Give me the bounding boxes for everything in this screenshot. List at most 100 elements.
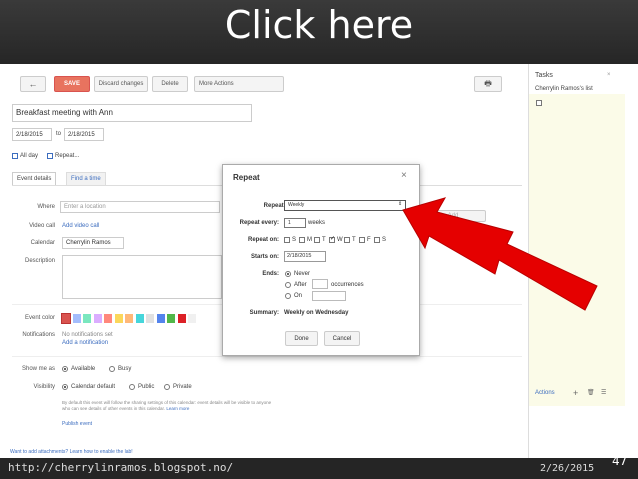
color-swatch[interactable]: [83, 314, 91, 323]
show-me-as-label: Show me as: [21, 366, 55, 372]
calendar-default-label: Calendar default: [71, 384, 116, 390]
tasks-actions-menu[interactable]: Actions: [535, 390, 555, 396]
day-checkbox[interactable]: [284, 237, 290, 243]
no-notifications-text: No notifications set: [62, 332, 113, 338]
event-title-input[interactable]: Breakfast meeting with Ann: [12, 104, 252, 122]
repeats-select-value: Weekly: [288, 202, 305, 208]
day-label: S: [382, 237, 387, 243]
occurrences-input[interactable]: [312, 279, 328, 289]
tab-event-details[interactable]: Event details: [12, 172, 57, 185]
day-checkbox[interactable]: ✓: [329, 236, 336, 243]
day-label: W: [337, 237, 343, 243]
color-swatch[interactable]: [156, 314, 165, 323]
calendar-label: Calendar: [30, 240, 55, 246]
all-day-checkbox[interactable]: [12, 153, 18, 159]
ends-on-date-input[interactable]: [312, 291, 346, 301]
public-radio[interactable]: [129, 384, 135, 390]
tasks-title: Tasks: [535, 72, 553, 79]
repeats-select[interactable]: Weekly ⇕: [284, 200, 406, 211]
red-arrow-shape: [402, 197, 598, 311]
add-notification-link[interactable]: Add a notification: [62, 340, 108, 346]
attachments-link[interactable]: Want to add attachments? Learn how to en…: [10, 449, 133, 455]
private-label: Private: [173, 384, 192, 390]
private-radio[interactable]: [164, 384, 170, 390]
color-swatch[interactable]: [177, 314, 186, 323]
publish-event-link[interactable]: Publish event: [62, 421, 92, 427]
footer-url: http://cherrylinramos.blogspot.no/: [8, 461, 234, 474]
color-swatch[interactable]: [104, 314, 112, 323]
more-actions-dropdown[interactable]: More Actions: [194, 76, 284, 92]
repeat-dialog-title: Repeat: [233, 173, 260, 182]
day-checkbox[interactable]: [344, 237, 350, 243]
repeat-every-label: Repeat every:: [239, 220, 279, 226]
back-button[interactable]: ←: [20, 76, 46, 92]
start-date-input[interactable]: 2/18/2015: [12, 128, 52, 141]
print-button[interactable]: 🖶: [474, 76, 502, 92]
repeat-checkbox[interactable]: [47, 153, 53, 159]
color-swatch[interactable]: [188, 314, 196, 323]
where-input[interactable]: Enter a location: [60, 201, 220, 213]
day-label: T: [352, 237, 356, 243]
ends-on-radio[interactable]: [285, 293, 291, 299]
repeat-label: Repeat...: [55, 153, 80, 159]
day-checkbox[interactable]: [299, 237, 305, 243]
day-label: F: [367, 237, 371, 243]
color-swatch[interactable]: [135, 314, 144, 323]
color-swatch[interactable]: [146, 314, 154, 323]
close-icon[interactable]: ×: [401, 170, 407, 181]
occurrences-label: occurrences: [331, 282, 364, 288]
color-swatch[interactable]: [114, 314, 123, 323]
learn-more-link[interactable]: Learn more: [166, 406, 189, 411]
ends-label: Ends:: [262, 271, 279, 277]
more-actions-label: More Actions: [199, 81, 234, 87]
video-call-label: Video call: [29, 223, 55, 229]
privacy-note: By default this event will follow the sh…: [62, 400, 362, 412]
available-label: Available: [71, 366, 96, 372]
tasks-close-icon[interactable]: ×: [607, 72, 611, 78]
discard-changes-button[interactable]: Discard changes: [94, 76, 148, 92]
slide-footer: http://cherrylinramos.blogspot.no/ 2/26/…: [0, 454, 638, 479]
task-checkbox[interactable]: [536, 100, 542, 106]
ends-after-radio[interactable]: [285, 282, 291, 288]
color-swatch[interactable]: [93, 314, 102, 323]
day-label: S: [292, 237, 297, 243]
ends-never-radio[interactable]: [285, 271, 291, 277]
done-button[interactable]: Done: [285, 331, 318, 346]
color-swatch[interactable]: [72, 314, 81, 323]
calendar-default-radio[interactable]: [62, 384, 68, 390]
red-arrow-annotation: [402, 197, 598, 311]
save-button[interactable]: SAVE: [54, 76, 90, 92]
color-swatch[interactable]: [167, 314, 175, 323]
repeat-every-select[interactable]: 1: [284, 218, 306, 228]
checkmark-icon: ✓: [330, 236, 336, 242]
notifications-label: Notifications: [22, 332, 55, 338]
color-swatch[interactable]: [61, 313, 71, 324]
day-checkbox[interactable]: [374, 237, 380, 243]
add-video-call-link[interactable]: Add video call: [62, 223, 99, 229]
day-label: M: [307, 237, 312, 243]
day-checkbox[interactable]: [314, 237, 320, 243]
public-label: Public: [138, 384, 155, 390]
add-task-icon[interactable]: +: [573, 388, 578, 398]
slide-title: Click here: [0, 0, 638, 64]
color-swatch[interactable]: [125, 314, 133, 323]
summary-value: Weekly on Wednesday: [284, 310, 349, 316]
ends-never-label: Never: [294, 271, 311, 277]
calendar-select[interactable]: Cherrylin Ramos: [62, 237, 124, 249]
description-textarea[interactable]: [62, 255, 222, 299]
starts-on-input[interactable]: 2/18/2015: [284, 251, 326, 262]
delete-button[interactable]: Delete: [152, 76, 188, 92]
tab-find-a-time[interactable]: Find a time: [66, 172, 106, 186]
cancel-button[interactable]: Cancel: [324, 331, 360, 346]
privacy-note-line-2: who can see details of other events in t…: [62, 406, 362, 412]
trash-icon[interactable]: 🗑: [587, 389, 595, 396]
description-label: Description: [24, 258, 55, 264]
end-date-input[interactable]: 2/18/2015: [64, 128, 104, 141]
page-number: 47: [612, 454, 628, 468]
section-divider-2: [12, 356, 522, 357]
day-checkbox[interactable]: [359, 237, 365, 243]
available-radio[interactable]: [62, 366, 68, 372]
event-color-label: Event color: [24, 315, 55, 321]
list-icon[interactable]: ☰: [601, 389, 606, 396]
busy-radio[interactable]: [109, 366, 115, 372]
